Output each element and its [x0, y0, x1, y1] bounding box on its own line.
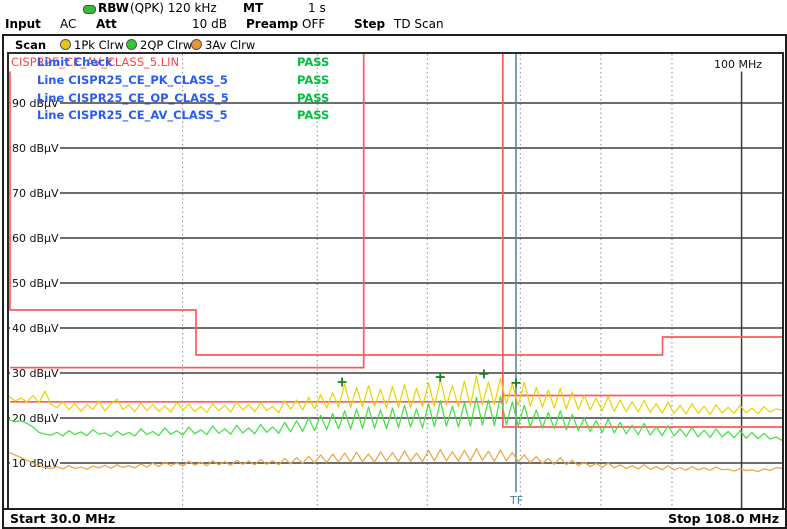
step-label[interactable]: Step	[354, 17, 385, 31]
stop-frequency: Stop 108.0 MHz	[668, 511, 779, 526]
legend-trace-2qp[interactable]: 2QP Clrw	[126, 38, 192, 52]
trace2-label: 2QP Clrw	[140, 38, 193, 52]
step-value[interactable]: TD Scan	[394, 17, 444, 31]
trace3-label: 3Av Clrw	[205, 38, 256, 52]
trace-3av	[9, 448, 782, 473]
tf-marker-label: TF	[509, 494, 523, 507]
limit-row-pk-status: PASS	[297, 73, 330, 87]
spectrum-plot-area[interactable]: 90 dBµV 80 dBµV 70 dBµV 60 dBµV 50 dBµV 40 dB…	[7, 52, 784, 510]
rbw-status-led-icon	[83, 5, 96, 14]
input-label[interactable]: Input	[5, 17, 41, 31]
ytick-label: 30 dBµV	[12, 367, 59, 380]
input-value[interactable]: AC	[60, 17, 76, 31]
spectrum-chart: 90 dBµV80 dBµV70 dBµV60 dBµV50 dBµV40 dB…	[9, 54, 782, 508]
ytick-label: 50 dBµV	[12, 277, 59, 290]
limit-row-qp-status: PASS	[297, 91, 330, 105]
frequency-range-bar: Start 30.0 MHz Stop 108.0 MHz	[4, 508, 785, 527]
limit-line	[501, 54, 782, 428]
scan-title: Scan	[15, 38, 47, 52]
trace1-color-dot-icon	[60, 39, 71, 50]
preamp-value[interactable]: OFF	[302, 17, 325, 31]
limit-row-av-status: PASS	[297, 108, 330, 122]
meas-time-value[interactable]: 1 s	[308, 1, 326, 15]
settings-header: RBW (QPK) 120 kHz MT 1 s Input AC Att 10…	[0, 0, 787, 34]
scan-window: Scan 1Pk Clrw 2QP Clrw 3Av Clrw 90 dBµV 8…	[2, 34, 787, 529]
start-frequency: Start 30.0 MHz	[10, 511, 116, 526]
legend-trace-3av[interactable]: 3Av Clrw	[191, 38, 255, 52]
att-value[interactable]: 10 dB	[192, 17, 227, 31]
peak-cross-marker	[435, 372, 445, 382]
settings-row-1: RBW (QPK) 120 kHz MT 1 s	[0, 1, 787, 17]
trace2-color-dot-icon	[126, 39, 137, 50]
limit-row-qp-name: Line CISPR25_CE_QP_CLASS_5	[37, 91, 229, 105]
ytick-label: 40 dBµV	[12, 322, 59, 335]
ytick-label: 60 dBµV	[12, 232, 59, 245]
trace-legend-bar: Scan 1Pk Clrw 2QP Clrw 3Av Clrw	[4, 36, 785, 54]
limit-row-pk-name: Line CISPR25_CE_PK_CLASS_5	[37, 73, 228, 87]
limit-row-av-name: Line CISPR25_CE_AV_CLASS_5	[37, 108, 228, 122]
trace3-color-dot-icon	[191, 39, 202, 50]
marker-freq-label: 100 MHz	[714, 58, 762, 71]
att-label[interactable]: Att	[96, 17, 117, 31]
limit-check-title: Limit Check	[37, 55, 113, 69]
rbw-label[interactable]: RBW	[98, 1, 129, 15]
trace1-label: 1Pk Clrw	[74, 38, 124, 52]
meas-time-label[interactable]: MT	[243, 1, 263, 15]
preamp-label[interactable]: Preamp	[246, 17, 298, 31]
emc-scan-screen: { "header": { "rbw_label": "RBW", "rbw_v…	[0, 0, 787, 529]
peak-cross-marker	[479, 369, 489, 379]
ytick-label: 20 dBµV	[12, 412, 59, 425]
rbw-value[interactable]: (QPK) 120 kHz	[130, 1, 217, 15]
legend-trace-1pk[interactable]: 1Pk Clrw	[60, 38, 124, 52]
limit-file-status: PASS	[297, 55, 330, 69]
ytick-label: 80 dBµV	[12, 142, 59, 155]
ytick-label: 70 dBµV	[12, 187, 59, 200]
settings-row-2: Input AC Att 10 dB Preamp OFF Step TD Sc…	[0, 17, 787, 33]
